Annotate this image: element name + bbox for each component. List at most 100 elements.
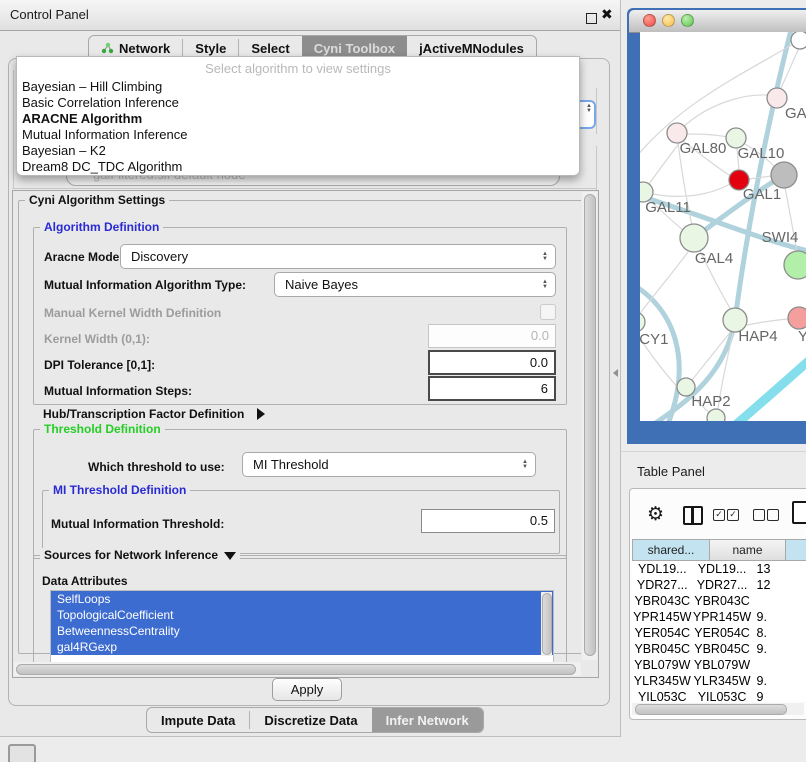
- network-canvas[interactable]: GALGAL80GAL10GAL1GAL11GAL4SWI4GCY1HAP4YH…: [640, 32, 806, 421]
- table-cell: [752, 657, 806, 673]
- network-node-gcy1[interactable]: [640, 312, 645, 332]
- aracne-mode-label: Aracne Mode:: [44, 250, 123, 264]
- data-attributes-list: SelfLoopsTopologicalCoefficientBetweenne…: [50, 590, 554, 662]
- manual-kernel-checkbox[interactable]: [540, 304, 556, 320]
- attribute-item-gal4rgexp[interactable]: gal4RGexp: [51, 639, 553, 655]
- dpi-tolerance-field[interactable]: 0.0: [428, 350, 556, 375]
- combo-spinner-icon: ▲▼: [586, 104, 592, 114]
- list-scrollbar[interactable]: [541, 592, 552, 656]
- table-row[interactable]: YLR345WYLR345W9.: [632, 673, 806, 689]
- group-title: Threshold Definition: [40, 422, 165, 436]
- table-panel-title: Table Panel: [637, 464, 705, 479]
- table-cell: YDR27...: [632, 577, 693, 593]
- settings-scrollpane: Cyni Algorithm Settings Algorithm Defini…: [12, 190, 599, 678]
- network-edge[interactable]: [640, 284, 679, 421]
- network-node[interactable]: [791, 32, 806, 49]
- mi-steps-field[interactable]: 6: [428, 376, 556, 401]
- application-window: Control Panel ✖ NetworkStyleSelectCyni T…: [0, 0, 806, 762]
- popup-item-dream8-dc-tdc-algorithm[interactable]: Dream8 DC_TDC Algorithm: [22, 159, 182, 175]
- combo-value: Discovery: [131, 249, 188, 264]
- float-panel-icon[interactable]: [586, 13, 597, 24]
- popup-item-bayesian-hill-climbing[interactable]: Bayesian – Hill Climbing: [22, 79, 162, 95]
- network-node[interactable]: [771, 162, 797, 188]
- aracne-mode-combo[interactable]: Discovery ▲▼: [120, 244, 556, 269]
- table-cell: 13: [752, 561, 806, 577]
- tab-label: Select: [251, 41, 289, 56]
- table-row[interactable]: YPR145WYPR145W9.: [632, 609, 806, 625]
- export-table-icon[interactable]: [792, 501, 806, 524]
- algorithm-dropdown-popup: Select algorithm to view settings Bayesi…: [16, 56, 580, 176]
- network-view-window: GALGAL80GAL10GAL1GAL11GAL4SWI4GCY1HAP4YH…: [627, 8, 806, 444]
- table-cell: 9.: [752, 641, 806, 657]
- node-label-gal11: GAL11: [645, 199, 691, 216]
- node-label-gal: GAL: [785, 105, 806, 122]
- attribute-item-betweennesscentrality[interactable]: BetweennessCentrality: [51, 623, 553, 639]
- network-edge[interactable]: [682, 95, 779, 128]
- network-edge[interactable]: [640, 252, 688, 316]
- table-cell: YIL053C: [693, 689, 752, 701]
- select-all-checkbox-icon[interactable]: ✓: [727, 509, 739, 521]
- table-row[interactable]: YBL079WYBL079W: [632, 657, 806, 673]
- network-node-gal4[interactable]: [680, 224, 708, 252]
- table-row[interactable]: YER054CYER054C8.: [632, 625, 806, 641]
- select-all-checkbox-icon[interactable]: ✓: [713, 509, 725, 521]
- groupbox-fragment-line: [596, 88, 597, 134]
- table-row[interactable]: YIL053CYIL053C9: [632, 689, 806, 701]
- network-edge[interactable]: [687, 134, 727, 137]
- window-close-icon[interactable]: [643, 14, 656, 27]
- mi-threshold-label: Mutual Information Threshold:: [51, 517, 224, 531]
- settings-vertical-scrollbar[interactable]: [582, 192, 597, 660]
- settings-horizontal-scrollbar[interactable]: [14, 662, 581, 676]
- docked-panel-icon[interactable]: [8, 744, 36, 762]
- columns-icon[interactable]: [683, 506, 703, 525]
- network-edge[interactable]: [649, 142, 680, 184]
- settings-viewport: Cyni Algorithm Settings Algorithm Defini…: [14, 192, 581, 662]
- tab-label: Infer Network: [386, 713, 469, 728]
- network-node-y[interactable]: [788, 307, 806, 329]
- close-icon[interactable]: ✖: [601, 6, 613, 23]
- column-header-shared[interactable]: shared...: [632, 539, 710, 561]
- deselect-checkbox-icon[interactable]: [767, 509, 779, 521]
- kernel-width-field[interactable]: 0.0: [428, 324, 556, 348]
- node-label-swi4: SWI4: [762, 229, 799, 246]
- sources-group-title[interactable]: Sources for Network Inference: [40, 548, 240, 562]
- table-cell: YPR145W: [632, 609, 693, 625]
- collapsed-arrow-icon: [257, 408, 265, 420]
- mi-threshold-field[interactable]: 0.5: [421, 509, 555, 533]
- mi-type-combo[interactable]: Naive Bayes ▲▼: [274, 272, 556, 297]
- table-cell: YLR345W: [693, 673, 752, 689]
- control-panel-title: Control Panel: [10, 7, 89, 22]
- tab-infer-network[interactable]: Infer Network: [372, 708, 483, 732]
- popup-item-mutual-information-inference[interactable]: Mutual Information Inference: [22, 127, 187, 143]
- column-header-a[interactable]: A: [786, 539, 806, 561]
- table-row[interactable]: YDL19...YDL19...13: [632, 561, 806, 577]
- popup-item-aracne-algorithm[interactable]: ARACNE Algorithm: [22, 111, 142, 127]
- attribute-item-topologicalcoefficient[interactable]: TopologicalCoefficient: [51, 607, 553, 623]
- network-window-titlebar[interactable]: [629, 10, 806, 33]
- table-row[interactable]: YDR27...YDR27...12: [632, 577, 806, 593]
- table-row[interactable]: YBR043CYBR043C: [632, 593, 806, 609]
- window-minimize-icon[interactable]: [662, 14, 675, 27]
- table-row[interactable]: YBR045CYBR045C9.: [632, 641, 806, 657]
- network-node[interactable]: [707, 409, 725, 421]
- which-threshold-combo[interactable]: MI Threshold ▲▼: [242, 452, 536, 477]
- network-edge[interactable]: [747, 319, 788, 325]
- attribute-item-selfloops[interactable]: SelfLoops: [51, 591, 553, 607]
- tab-label: Discretize Data: [264, 713, 357, 728]
- popup-item-bayesian-k2[interactable]: Bayesian – K2: [22, 143, 106, 159]
- hub-definition-toggle[interactable]: Hub/Transcription Factor Definition: [43, 405, 265, 423]
- gear-icon[interactable]: ⚙: [647, 503, 664, 526]
- network-edge[interactable]: [732, 358, 806, 421]
- tab-discretize-data[interactable]: Discretize Data: [250, 708, 371, 732]
- column-header-name[interactable]: name: [710, 539, 786, 561]
- table-horizontal-scrollbar[interactable]: [632, 703, 804, 715]
- deselect-checkbox-icon[interactable]: [753, 509, 765, 521]
- apply-button[interactable]: Apply: [272, 678, 342, 701]
- network-edge[interactable]: [653, 184, 730, 196]
- network-node-swi4[interactable]: [784, 251, 806, 279]
- table-cell: YBR045C: [693, 641, 752, 657]
- window-maximize-icon[interactable]: [681, 14, 694, 27]
- split-pane-collapse-arrow[interactable]: [613, 369, 618, 377]
- popup-item-basic-correlation-inference[interactable]: Basic Correlation Inference: [22, 95, 179, 111]
- tab-impute-data[interactable]: Impute Data: [147, 708, 249, 732]
